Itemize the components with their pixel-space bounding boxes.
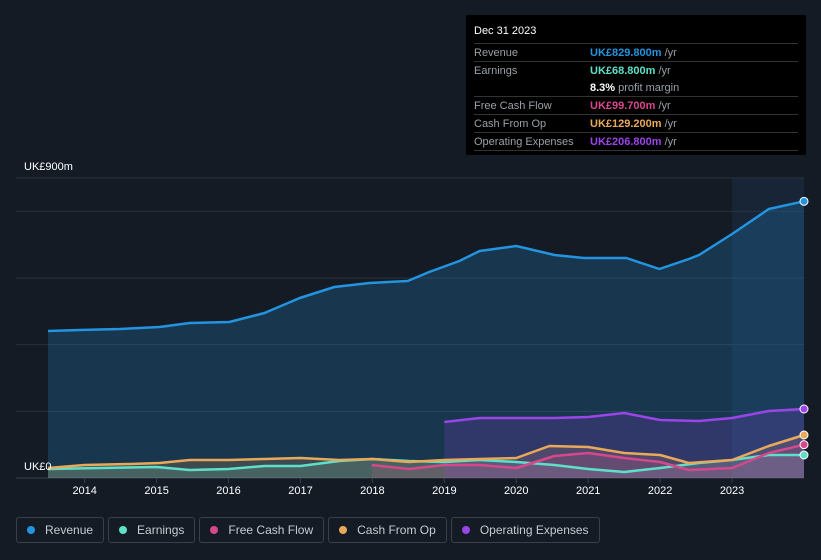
legend-label: Earnings — [137, 523, 185, 537]
revenue-end-point — [799, 196, 809, 206]
legend-label: Revenue — [45, 523, 94, 537]
legend-dot-icon — [119, 526, 128, 534]
tooltip: Dec 31 2023 Revenue UK£829.800m/yr Earning… — [466, 15, 806, 155]
legend-item-revenue[interactable]: Revenue — [16, 517, 105, 543]
legend-dot-icon — [461, 526, 470, 534]
x-tick-label: 2015 — [144, 485, 168, 497]
legend: Revenue Earnings Free Cash Flow Cash From O… — [16, 517, 600, 543]
tooltip-label: Free Cash Flow — [474, 99, 552, 112]
x-tick-label: 2016 — [216, 485, 240, 497]
tooltip-value: UK£68.800m — [590, 64, 656, 77]
tooltip-unit: /yr — [664, 117, 677, 130]
tooltip-row: 8.3% profit margin — [474, 79, 798, 97]
tooltip-row: Cash From Op UK£129.200m/yr — [474, 115, 798, 133]
earnings-end-point — [799, 450, 809, 460]
tooltip-row: Revenue UK£829.800m/yr — [474, 44, 798, 62]
tooltip-value: 8.3% — [590, 81, 616, 94]
tooltip-row: Earnings UK£68.800m/yr — [474, 62, 798, 79]
tooltip-row: Operating Expenses UK£206.800m/yr — [474, 133, 798, 151]
tooltip-value: UK£129.200m — [590, 117, 662, 130]
x-tick-label: 2020 — [504, 485, 528, 497]
tooltip-unit: profit margin — [618, 81, 680, 94]
tooltip-value: UK£829.800m — [590, 46, 662, 59]
tooltip-value: UK£206.800m — [590, 135, 662, 148]
cash-from-op-end-point — [799, 430, 809, 440]
x-tick-label: 2021 — [576, 485, 600, 497]
tooltip-unit: /yr — [658, 64, 671, 77]
legend-dot-icon — [339, 526, 348, 534]
legend-label: Free Cash Flow — [228, 523, 314, 537]
legend-dot-icon — [27, 526, 35, 534]
tooltip-label: Revenue — [474, 46, 519, 59]
x-tick-label: 2017 — [288, 485, 312, 497]
tooltip-label: Cash From Op — [474, 117, 547, 130]
tooltip-row: Free Cash Flow UK£99.700m/yr — [474, 97, 798, 115]
legend-label: Cash From Op — [357, 523, 436, 537]
tooltip-unit: /yr — [664, 135, 677, 148]
x-tick-label: 2014 — [72, 485, 96, 497]
legend-label: Operating Expenses — [479, 523, 589, 537]
x-tick-label: 2022 — [648, 485, 672, 497]
legend-item-cash-from-op[interactable]: Cash From Op — [328, 517, 447, 543]
tooltip-date: Dec 31 2023 — [474, 23, 798, 44]
legend-item-free-cash-flow[interactable]: Free Cash Flow — [199, 517, 325, 543]
tooltip-value: UK£99.700m — [590, 99, 656, 112]
tooltip-label: Earnings — [474, 64, 518, 77]
y-axis-top-label: UK£900m — [24, 161, 73, 173]
legend-item-operating-expenses[interactable]: Operating Expenses — [450, 517, 600, 543]
tooltip-unit: /yr — [664, 46, 677, 59]
free-cash-flow-end-point — [799, 440, 809, 450]
operating-expenses-end-point — [799, 404, 809, 414]
y-axis-bottom-label: UK£0 — [24, 461, 52, 473]
x-tick-label: 2023 — [720, 485, 744, 497]
legend-item-earnings[interactable]: Earnings — [108, 517, 196, 543]
x-tick-label: 2018 — [360, 485, 384, 497]
x-tick-label: 2019 — [432, 485, 456, 497]
tooltip-unit: /yr — [658, 99, 671, 112]
tooltip-label: Operating Expenses — [474, 135, 574, 148]
legend-dot-icon — [210, 526, 219, 534]
